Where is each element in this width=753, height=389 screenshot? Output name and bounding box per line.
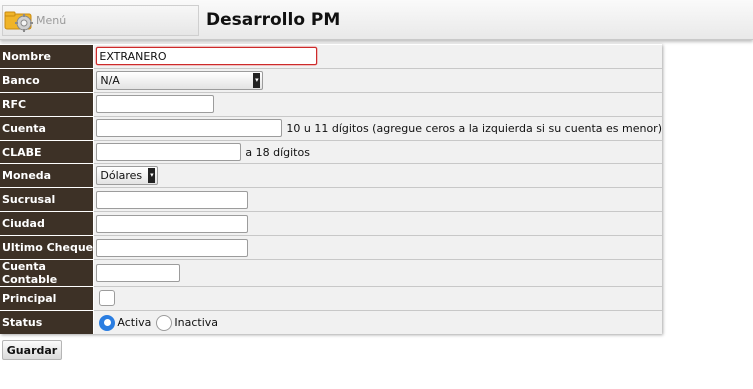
banco-selected-value: N/A	[100, 73, 120, 87]
principal-checkbox[interactable]	[99, 290, 116, 307]
row-moneda: Moneda Dólares ▾	[0, 163, 662, 188]
row-principal: Principal	[0, 286, 662, 311]
label-principal: Principal	[0, 286, 95, 311]
row-ciudad: Ciudad	[0, 211, 662, 236]
gear-folder-icon	[4, 11, 33, 32]
page-title: Desarrollo PM	[206, 10, 341, 30]
rfc-input[interactable]	[96, 95, 215, 114]
radio-dot-icon	[103, 319, 111, 327]
nombre-input[interactable]	[96, 47, 318, 66]
save-button[interactable]: Guardar	[2, 340, 62, 360]
row-nombre: Nombre	[0, 44, 662, 69]
label-rfc: RFC	[0, 91, 95, 117]
status-activa-radio[interactable]	[99, 314, 116, 331]
status-activa-label[interactable]: Activa	[117, 316, 151, 329]
row-clabe: CLABE a 18 dígitos	[0, 139, 662, 164]
label-ultimo-cheque: Ultimo Cheque	[0, 235, 95, 260]
label-banco: Banco	[0, 67, 95, 93]
chevron-down-icon: ▾	[148, 168, 156, 184]
label-sucursal: Sucrusal	[0, 187, 95, 212]
label-clabe: CLABE	[0, 139, 95, 164]
label-cuenta-contable: Cuenta Contable	[0, 259, 95, 287]
banco-select[interactable]: N/A ▾	[96, 70, 264, 90]
label-ciudad: Ciudad	[0, 211, 95, 236]
top-bar: Menú Desarrollo PM	[0, 0, 753, 40]
row-cuenta-contable: Cuenta Contable	[0, 259, 662, 287]
row-banco: Banco N/A ▾	[0, 67, 662, 93]
cuenta-input[interactable]	[96, 119, 283, 138]
account-form: Nombre Banco N/A ▾ RFC Cuenta 10 u 11 dí…	[0, 44, 662, 335]
label-moneda: Moneda	[0, 163, 95, 188]
moneda-selected-value: Dólares	[100, 169, 143, 183]
status-inactiva-radio[interactable]	[156, 314, 173, 331]
label-status: Status	[0, 309, 95, 335]
label-cuenta: Cuenta	[0, 115, 95, 141]
sucursal-input[interactable]	[96, 190, 249, 209]
moneda-select[interactable]: Dólares ▾	[96, 166, 159, 186]
menu-label: Menú	[36, 14, 67, 27]
row-ultimo-cheque: Ultimo Cheque	[0, 235, 662, 260]
clabe-input[interactable]	[96, 143, 242, 161]
row-rfc: RFC	[0, 91, 662, 117]
chevron-down-icon: ▾	[253, 72, 261, 88]
row-sucursal: Sucrusal	[0, 187, 662, 212]
menu-button[interactable]: Menú	[2, 5, 199, 36]
ultimo-cheque-input[interactable]	[96, 238, 249, 257]
row-cuenta: Cuenta 10 u 11 dígitos (agregue ceros a …	[0, 115, 662, 141]
label-nombre: Nombre	[0, 44, 95, 69]
cuenta-contable-input[interactable]	[96, 264, 181, 283]
ciudad-input[interactable]	[96, 214, 249, 233]
row-status: Status Activa Inactiva	[0, 309, 662, 335]
status-inactiva-label[interactable]: Inactiva	[174, 316, 218, 329]
cuenta-hint: 10 u 11 dígitos (agregue ceros a la izqu…	[286, 121, 662, 135]
clabe-hint: a 18 dígitos	[245, 145, 310, 159]
